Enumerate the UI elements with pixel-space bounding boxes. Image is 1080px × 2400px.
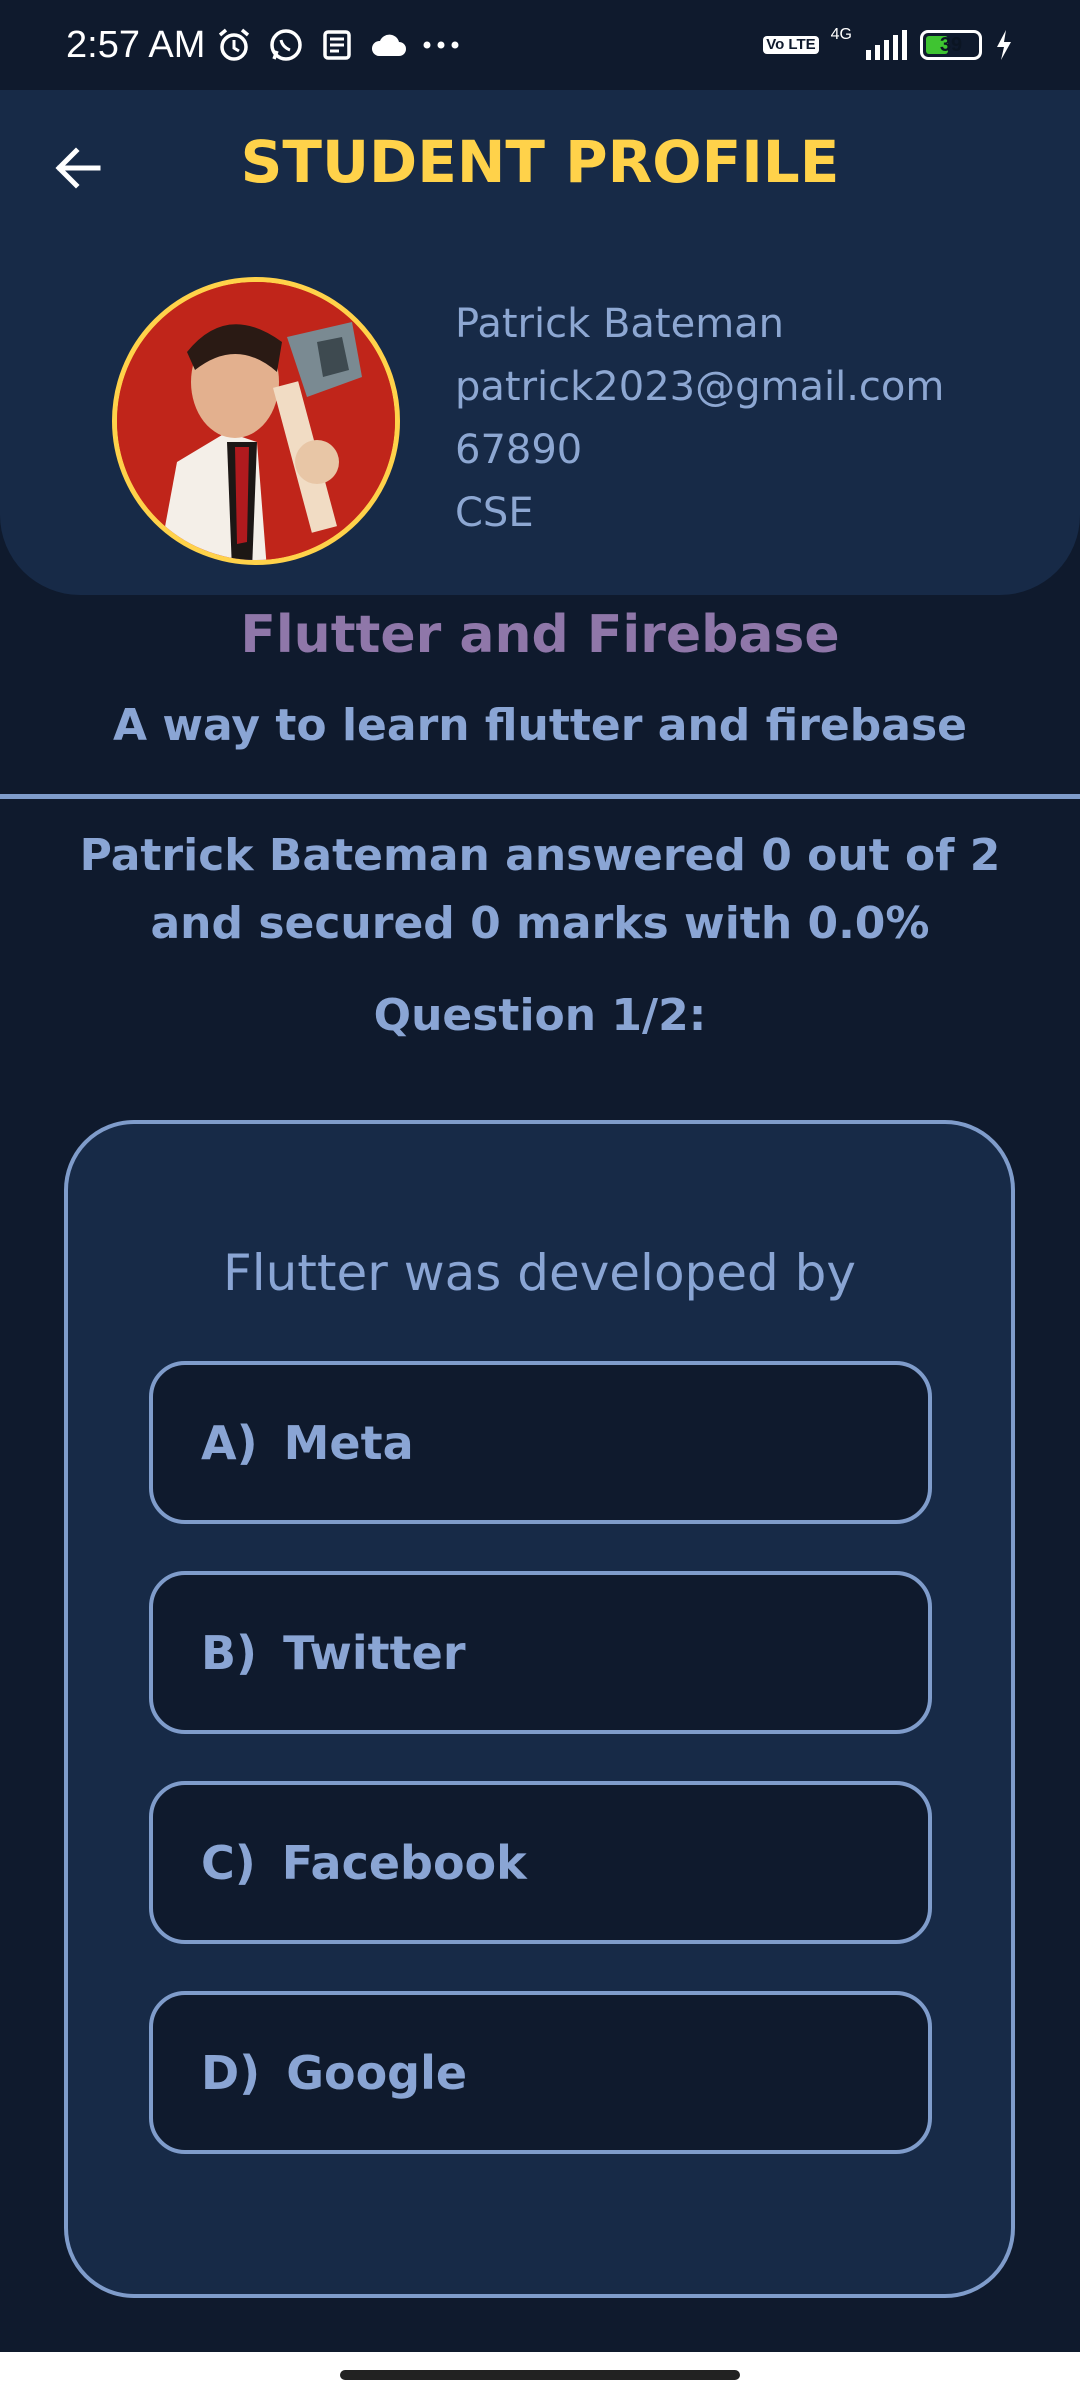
volte-badge: Vo LTE bbox=[763, 36, 819, 54]
course-title: Flutter and Firebase bbox=[240, 605, 840, 665]
option-text: Google bbox=[286, 2045, 468, 2100]
home-indicator[interactable] bbox=[340, 2370, 740, 2380]
avatar bbox=[112, 277, 400, 565]
option-letter: D) bbox=[201, 2045, 261, 2100]
status-icons bbox=[215, 26, 461, 64]
option-letter: C) bbox=[201, 1835, 256, 1890]
option-a[interactable]: A) Meta bbox=[149, 1361, 932, 1524]
profile-name: Patrick Bateman bbox=[455, 301, 785, 347]
battery-indicator: 39 bbox=[920, 30, 982, 60]
option-text: Facebook bbox=[281, 1835, 527, 1890]
charging-icon bbox=[994, 28, 1014, 62]
signal-icon bbox=[864, 28, 908, 62]
status-time: 2:57 AM bbox=[66, 23, 206, 66]
profile-info: Patrick Bateman patrick2023@gmail.com 67… bbox=[455, 293, 944, 545]
profile-department: CSE bbox=[455, 490, 534, 536]
course-subtitle: A way to learn flutter and firebase bbox=[113, 700, 967, 751]
network-type: 4G bbox=[830, 26, 852, 43]
option-d[interactable]: D) Google bbox=[149, 1991, 932, 2154]
divider bbox=[0, 794, 1080, 799]
profile-email: patrick2023@gmail.com bbox=[455, 364, 945, 410]
status-right: Vo LTE 4G 39 bbox=[763, 26, 1014, 62]
news-icon bbox=[319, 27, 355, 63]
profile-header: STUDENT PROFILE Patrick Bateman patrick2… bbox=[0, 90, 1080, 595]
more-dots-icon bbox=[421, 39, 461, 51]
profile-id: 67890 bbox=[455, 427, 583, 473]
whatsapp-icon bbox=[267, 26, 305, 64]
option-c[interactable]: C) Facebook bbox=[149, 1781, 932, 1944]
option-b[interactable]: B) Twitter bbox=[149, 1571, 932, 1734]
cloud-icon bbox=[369, 30, 407, 60]
battery-level: 39 bbox=[939, 33, 963, 56]
option-letter: A) bbox=[201, 1415, 258, 1470]
option-letter: B) bbox=[201, 1625, 258, 1680]
alarm-icon bbox=[215, 26, 253, 64]
question-counter: Question 1/2: bbox=[373, 990, 707, 1041]
result-summary: Patrick Bateman answered 0 out of 2 and … bbox=[79, 830, 1001, 949]
question-card: Flutter was developed by A) Meta B) Twit… bbox=[64, 1120, 1015, 2298]
option-text: Twitter bbox=[283, 1625, 466, 1680]
page-title: STUDENT PROFILE bbox=[240, 128, 840, 196]
question-text: Flutter was developed by bbox=[222, 1244, 857, 1302]
status-bar: 2:57 AM Vo LTE 4G 39 bbox=[0, 0, 1080, 90]
option-text: Meta bbox=[283, 1415, 414, 1470]
